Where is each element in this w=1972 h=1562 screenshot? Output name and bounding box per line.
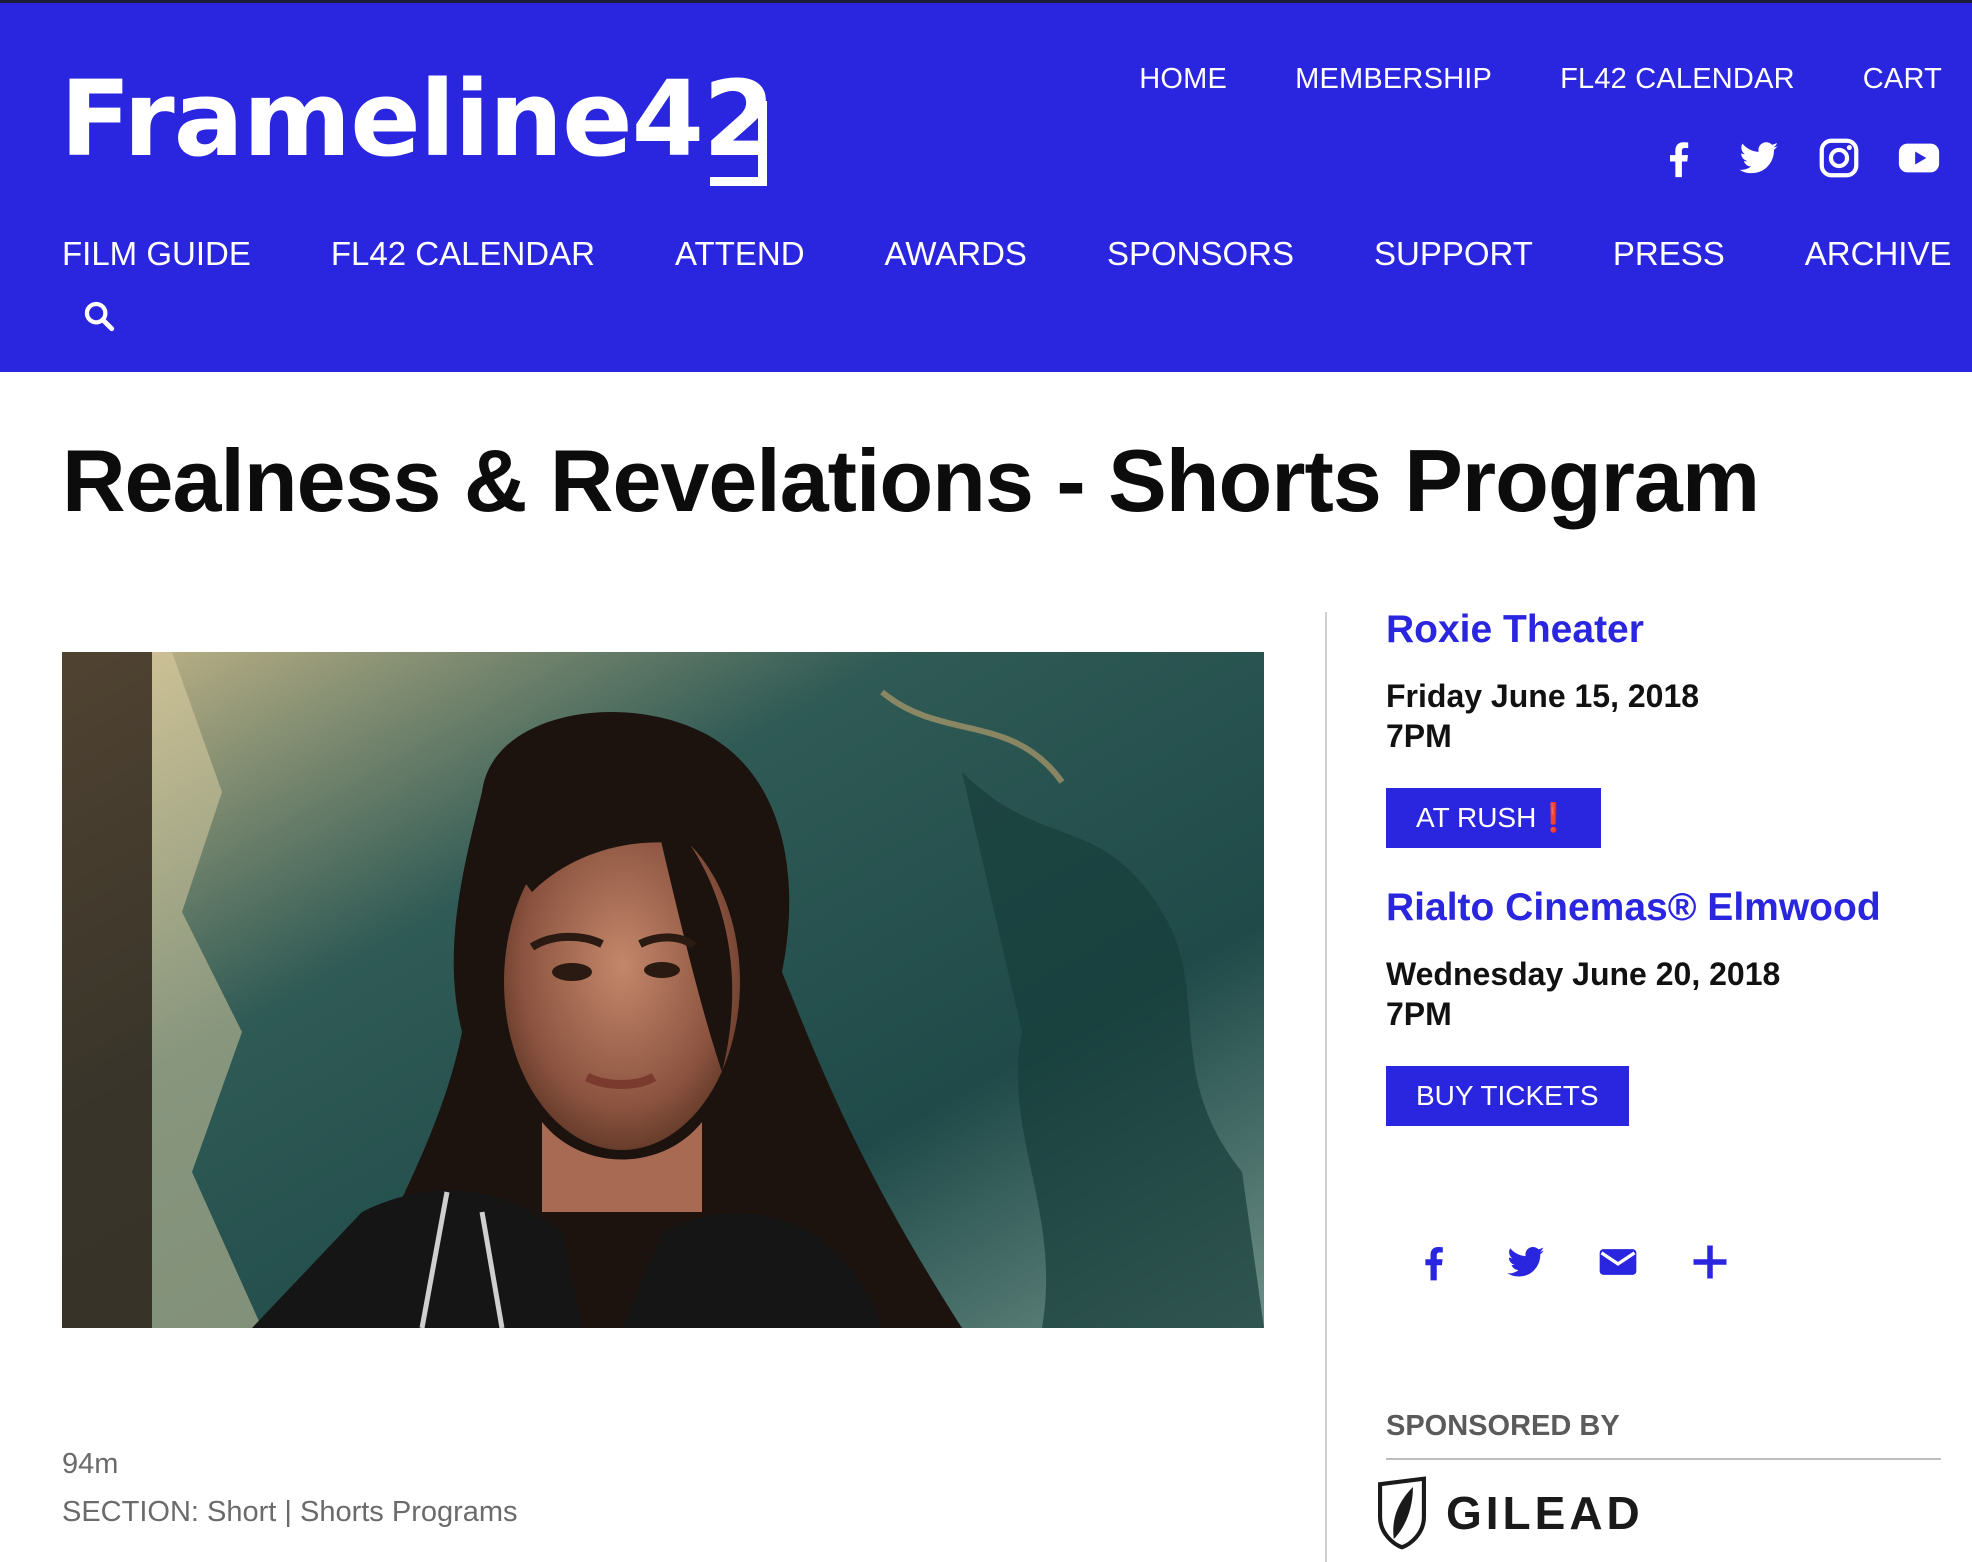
at-rush-button[interactable]: AT RUSH❗ [1386, 788, 1602, 848]
youtube-icon[interactable] [1896, 135, 1942, 181]
sponsor-logo[interactable]: GILEAD [1374, 1476, 1644, 1550]
nav-attend[interactable]: ATTEND [675, 235, 805, 273]
nav-awards[interactable]: AWARDS [885, 235, 1027, 273]
search-icon[interactable] [82, 299, 116, 333]
twitter-icon[interactable] [1736, 135, 1782, 181]
site-logo[interactable]: Frameline42 [60, 49, 775, 189]
site-header: Frameline42 HOME MEMBERSHIP FL42 CALENDA… [0, 0, 1972, 372]
nav-archive[interactable]: ARCHIVE [1805, 235, 1952, 273]
share-bar [1412, 1240, 1732, 1284]
screening-time: 7PM [1386, 996, 1452, 1032]
nav-membership[interactable]: MEMBERSHIP [1295, 63, 1492, 96]
nav-sponsors[interactable]: SPONSORS [1107, 235, 1294, 273]
screening-date: Wednesday June 20, 2018 [1386, 956, 1781, 992]
sponsored-by-label: SPONSORED BY [1386, 1410, 1620, 1442]
nav-fl42-calendar-top[interactable]: FL42 CALENDAR [1560, 63, 1795, 96]
instagram-icon[interactable] [1816, 135, 1862, 181]
nav-cart[interactable]: CART [1863, 63, 1942, 96]
film-meta: 94m SECTION: Short | Shorts Programs [62, 1440, 518, 1536]
screening-time: 7PM [1386, 718, 1452, 754]
section-info: SECTION: Short | Shorts Programs [62, 1496, 518, 1528]
nav-press[interactable]: PRESS [1613, 235, 1725, 273]
facebook-icon[interactable] [1656, 135, 1702, 181]
utility-nav: HOME MEMBERSHIP FL42 CALENDAR CART [1139, 63, 1942, 96]
plus-icon[interactable] [1688, 1240, 1732, 1284]
social-links [1656, 135, 1942, 181]
sponsor-name: GILEAD [1446, 1487, 1644, 1539]
nav-support[interactable]: SUPPORT [1374, 235, 1533, 273]
buy-tickets-button[interactable]: BUY TICKETS [1386, 1066, 1629, 1126]
page-title: Realness & Revelations - Shorts Program [62, 431, 1760, 530]
screening-2: Rialto Cinemas® Elmwood Wednesday June 2… [1386, 886, 1881, 1126]
sponsor-divider [1386, 1458, 1941, 1460]
venue-link[interactable]: Roxie Theater [1386, 608, 1699, 652]
nav-home[interactable]: HOME [1139, 63, 1227, 96]
runtime: 94m [62, 1448, 119, 1480]
venue-link[interactable]: Rialto Cinemas® Elmwood [1386, 886, 1881, 930]
twitter-icon[interactable] [1504, 1240, 1548, 1284]
logo-corner-mark [710, 101, 767, 186]
email-icon[interactable] [1596, 1240, 1640, 1284]
film-still-image [62, 652, 1264, 1328]
gilead-shield-icon [1374, 1476, 1430, 1550]
column-divider [1325, 612, 1327, 1562]
screening-date: Friday June 15, 2018 [1386, 678, 1700, 714]
nav-fl42-calendar[interactable]: FL42 CALENDAR [331, 235, 595, 273]
facebook-icon[interactable] [1412, 1240, 1456, 1284]
screening-1: Roxie Theater Friday June 15, 2018 7PM A… [1386, 608, 1699, 848]
nav-film-guide[interactable]: FILM GUIDE [62, 235, 251, 273]
main-nav: FILM GUIDE FL42 CALENDAR ATTEND AWARDS S… [62, 235, 1952, 273]
